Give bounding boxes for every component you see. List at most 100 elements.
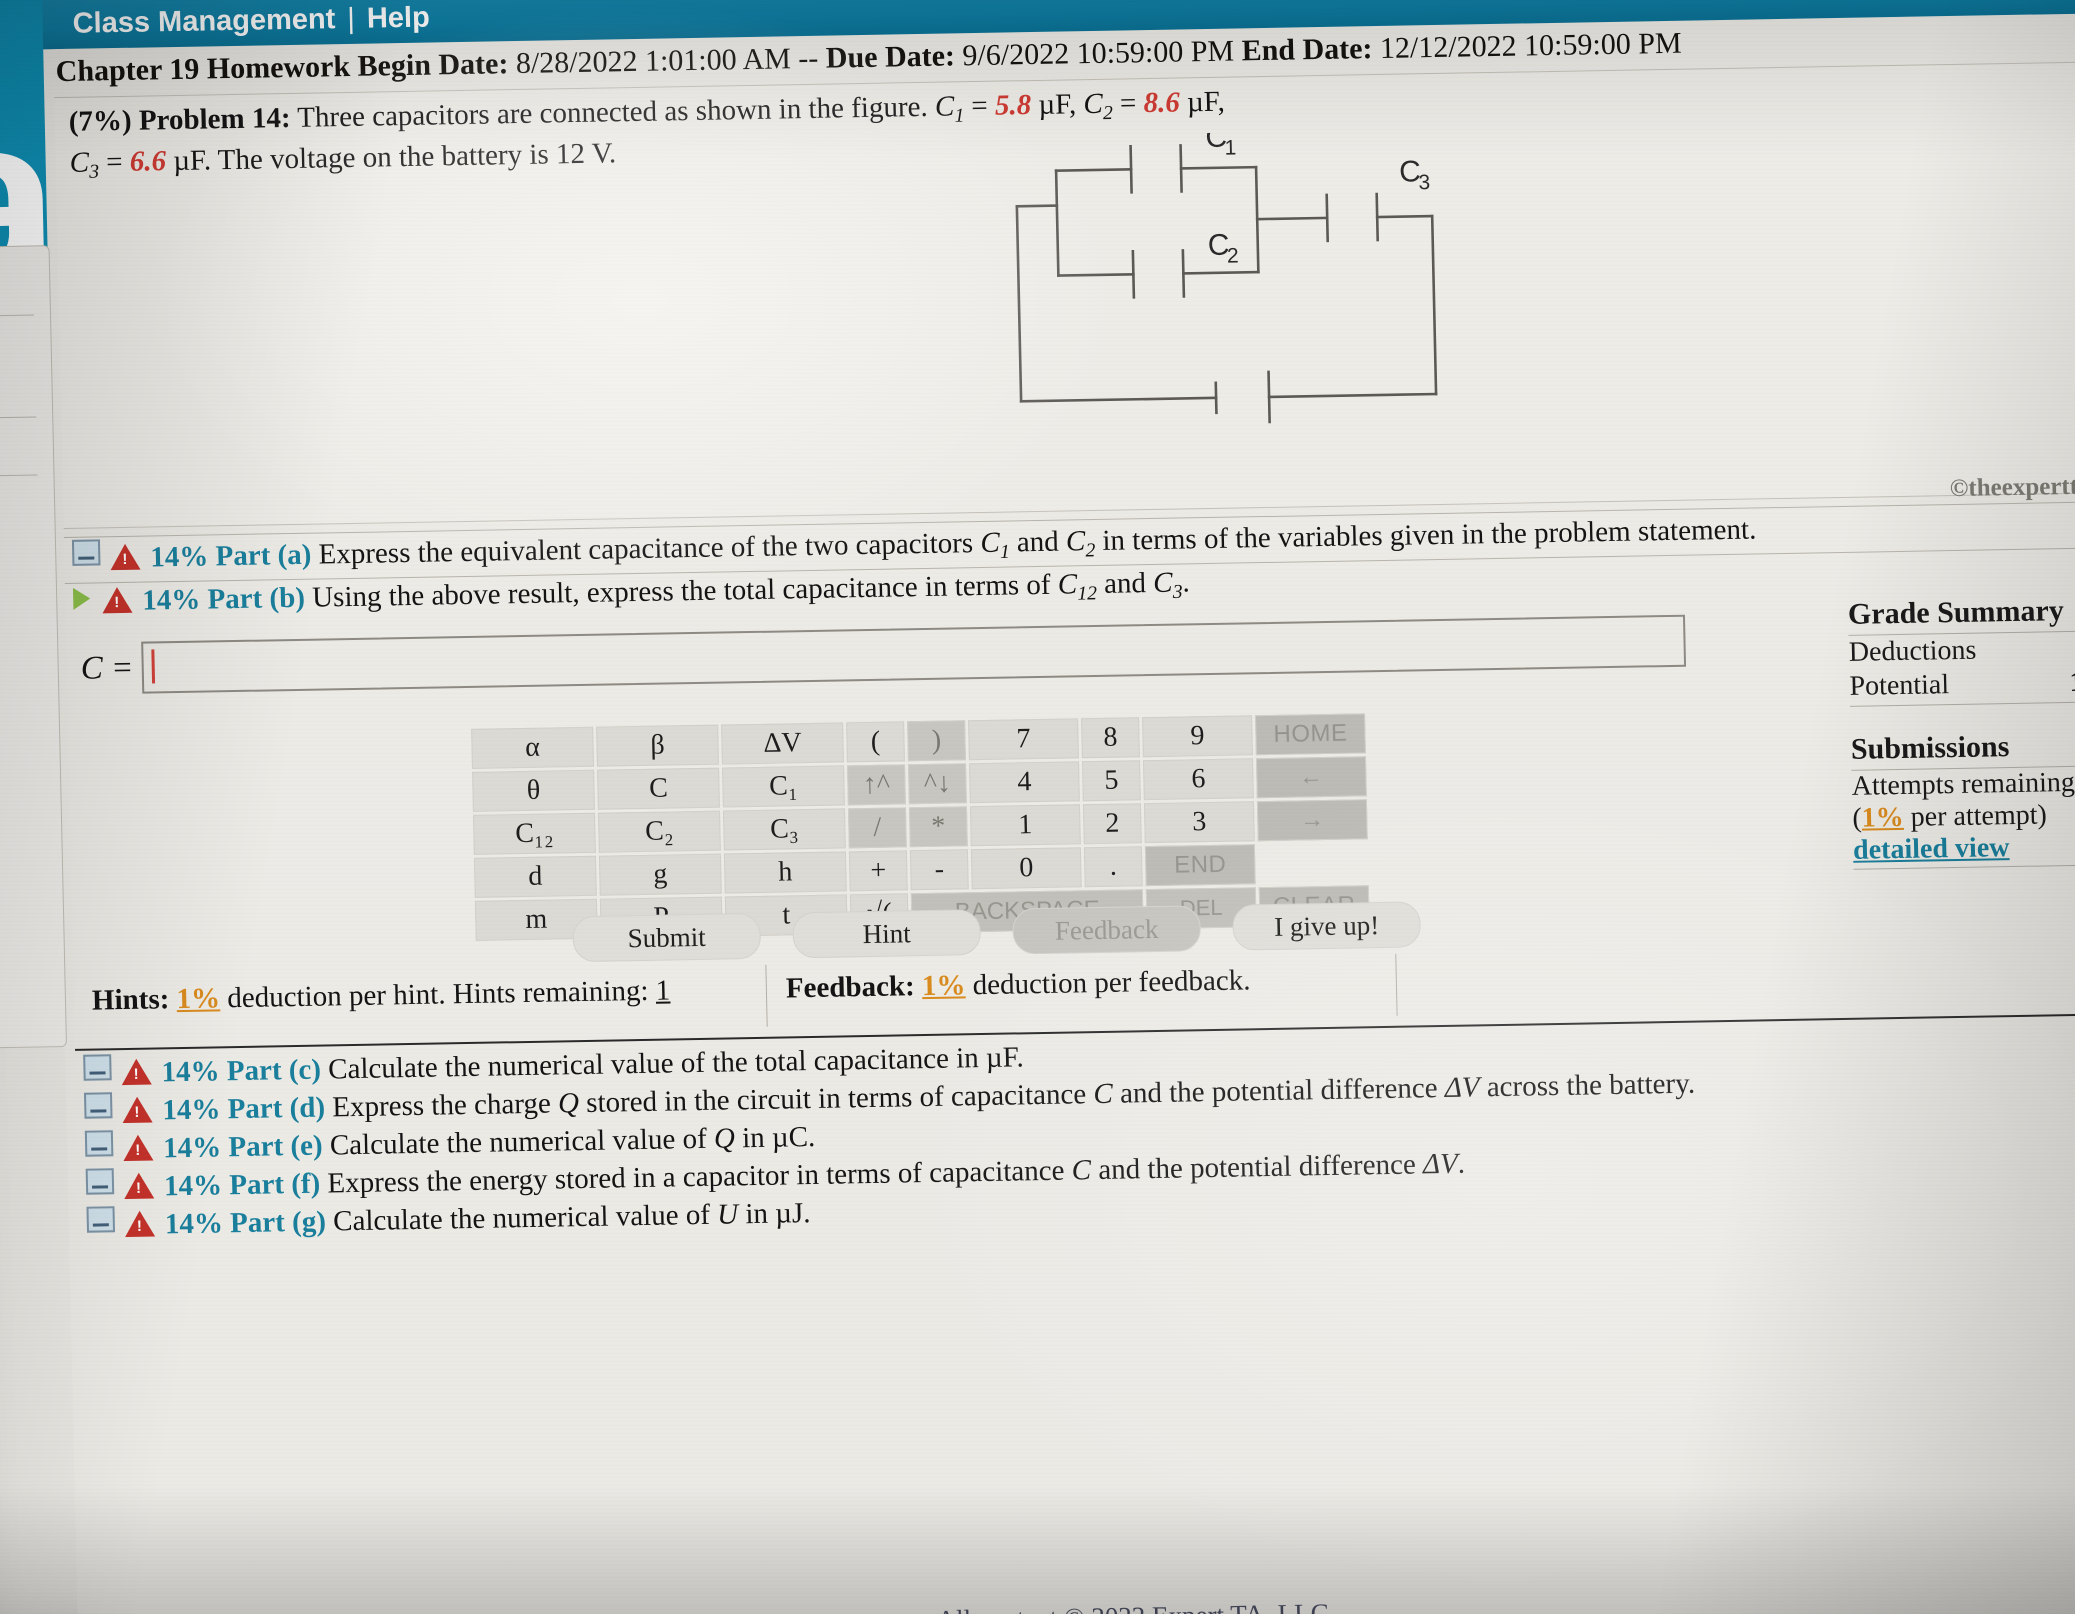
key-beta[interactable]: β bbox=[596, 724, 719, 767]
c3-unit: µF bbox=[172, 144, 205, 177]
minimize-icon[interactable] bbox=[84, 1130, 114, 1157]
key-9[interactable]: 9 bbox=[1142, 715, 1253, 758]
answer-label: C = bbox=[80, 649, 134, 687]
potential-row: Potential 100% bbox=[1849, 665, 2075, 704]
feedback-divider bbox=[1395, 953, 1398, 1016]
key-d[interactable]: d bbox=[473, 855, 597, 898]
minimize-icon[interactable] bbox=[86, 1206, 116, 1233]
key-superscript-up[interactable]: ↑^ bbox=[847, 764, 906, 806]
detailed-view-link[interactable]: detailed view bbox=[1853, 830, 2075, 867]
part-e-text-2: in µC. bbox=[741, 1120, 816, 1155]
key-h[interactable]: h bbox=[723, 851, 847, 894]
part-e-var-q: Q bbox=[713, 1122, 736, 1155]
nav-items: Class Management | Help bbox=[72, 2, 430, 41]
c1-subscript: 1 bbox=[954, 104, 965, 127]
key-arrow-right[interactable]: → bbox=[1256, 799, 1368, 842]
warning-icon bbox=[123, 1172, 155, 1200]
key-6[interactable]: 6 bbox=[1142, 758, 1254, 801]
potential-value: 100% bbox=[2069, 665, 2075, 699]
feedback-cell: Feedback: 1% deduction per feedback. bbox=[786, 964, 1251, 1005]
key-open-paren[interactable]: ( bbox=[846, 721, 905, 763]
per-attempt-pct: 1% bbox=[1861, 801, 1905, 834]
minimize-icon[interactable] bbox=[83, 1054, 112, 1081]
answer-input[interactable] bbox=[140, 614, 1686, 694]
hint-button[interactable]: Hint bbox=[792, 909, 982, 959]
part-d-pct: 14% bbox=[162, 1093, 221, 1127]
key-c1[interactable]: C₁ bbox=[722, 765, 845, 808]
voltage-sentence: The voltage on the battery is 12 V. bbox=[217, 136, 617, 176]
text-caret bbox=[150, 649, 155, 684]
circuit-c3-sub: 3 bbox=[1418, 171, 1430, 194]
key-c12[interactable]: C₁₂ bbox=[473, 812, 596, 855]
key-home[interactable]: HOME bbox=[1255, 713, 1366, 756]
expand-triangle-icon[interactable] bbox=[72, 587, 91, 610]
part-g-text-2: in µJ. bbox=[745, 1197, 811, 1231]
feedback-label: Feedback: bbox=[785, 970, 916, 1005]
grade-summary-title: Grade Summary bbox=[1847, 592, 2075, 636]
part-d-var-dv: ΔV bbox=[1444, 1071, 1480, 1104]
part-f-text-2: and the potential difference bbox=[1097, 1148, 1417, 1187]
problem-weight: (7%) bbox=[68, 104, 132, 138]
part-a-var2: C bbox=[1065, 525, 1086, 558]
key-minus[interactable]: - bbox=[909, 849, 969, 891]
minimize-icon[interactable] bbox=[71, 539, 101, 566]
nav-help[interactable]: Help bbox=[367, 2, 431, 35]
warning-icon bbox=[124, 1210, 156, 1238]
minimize-icon[interactable] bbox=[85, 1168, 115, 1195]
attempts-row: Attempts remaining: 7 bbox=[1851, 766, 2075, 803]
part-d-text-2: stored in the circuit in terms of capaci… bbox=[585, 1078, 1087, 1119]
minimize-icon[interactable] bbox=[83, 1092, 113, 1119]
hints-cell: Hints: 1% deduction per hint. Hints rema… bbox=[92, 974, 671, 1017]
part-a-var2-sub: 2 bbox=[1085, 539, 1096, 562]
warning-icon bbox=[122, 1134, 154, 1162]
key-7[interactable]: 7 bbox=[968, 718, 1079, 761]
key-divide[interactable]: / bbox=[847, 807, 907, 849]
part-b-body: C = α β ΔV ( ) 7 8 9 HOME θ C C₁ ↑^ ^↓ 4… bbox=[65, 592, 2075, 1051]
due-date-value: 9/6/2022 10:59:00 PM bbox=[962, 34, 1235, 73]
part-e-pct: 14% bbox=[162, 1131, 222, 1165]
deductions-label: Deductions bbox=[1848, 634, 1977, 668]
key-plus[interactable]: + bbox=[848, 850, 908, 892]
part-d-text-4: across the battery. bbox=[1486, 1067, 1696, 1104]
key-3[interactable]: 3 bbox=[1143, 801, 1255, 844]
key-5[interactable]: 5 bbox=[1081, 760, 1141, 802]
key-1[interactable]: 1 bbox=[969, 804, 1081, 847]
part-d-var-q: Q bbox=[557, 1087, 580, 1120]
key-arrow-left[interactable]: ← bbox=[1255, 756, 1367, 799]
key-close-paren[interactable]: ) bbox=[907, 720, 966, 762]
potential-label: Potential bbox=[1849, 669, 1950, 702]
part-a-pct: 14% bbox=[149, 540, 209, 574]
key-superscript-down[interactable]: ^↓ bbox=[908, 763, 967, 805]
image-credit: ©theexpertta.com bbox=[1949, 471, 2075, 503]
key-g[interactable]: g bbox=[598, 853, 722, 896]
key-multiply[interactable]: * bbox=[908, 806, 968, 848]
warning-icon bbox=[110, 543, 141, 571]
key-c3[interactable]: C₃ bbox=[722, 808, 846, 851]
key-c2[interactable]: C₂ bbox=[597, 810, 721, 853]
key-2[interactable]: 2 bbox=[1082, 803, 1142, 845]
content-sheet: Chapter 19 Homework Begin Date: 8/28/202… bbox=[43, 12, 2075, 1614]
key-8[interactable]: 8 bbox=[1081, 717, 1140, 759]
warning-icon bbox=[121, 1058, 152, 1086]
key-end[interactable]: END bbox=[1144, 844, 1256, 887]
key-theta[interactable]: θ bbox=[472, 769, 595, 812]
key-c[interactable]: C bbox=[597, 767, 720, 810]
part-g-title: Part (g) bbox=[229, 1205, 327, 1240]
key-decimal-point[interactable]: . bbox=[1083, 846, 1143, 888]
key-alpha[interactable]: α bbox=[471, 726, 594, 769]
key-delta-v[interactable]: ΔV bbox=[721, 722, 844, 765]
submit-button[interactable]: Submit bbox=[572, 912, 762, 963]
nav-class-management[interactable]: Class Management bbox=[72, 3, 335, 40]
screen-photo: Student: luis.farinas@go.sfcollege.edu M… bbox=[0, 0, 2075, 1614]
c1-unit: µF bbox=[1038, 88, 1070, 121]
circuit-diagram: C 1 C 2 C 3 bbox=[1005, 121, 1512, 457]
deductions-row: Deductions 0% bbox=[1848, 631, 2075, 670]
key-4[interactable]: 4 bbox=[969, 761, 1080, 804]
attempts-label: Attempts remaining: bbox=[1851, 766, 2075, 802]
part-g-pct: 14% bbox=[164, 1207, 224, 1241]
key-0[interactable]: 0 bbox=[970, 847, 1082, 890]
give-up-button[interactable]: I give up! bbox=[1232, 901, 1422, 951]
warning-icon bbox=[101, 586, 133, 614]
c2-subscript: 2 bbox=[1102, 101, 1114, 125]
part-d-title: Part (d) bbox=[227, 1091, 326, 1126]
